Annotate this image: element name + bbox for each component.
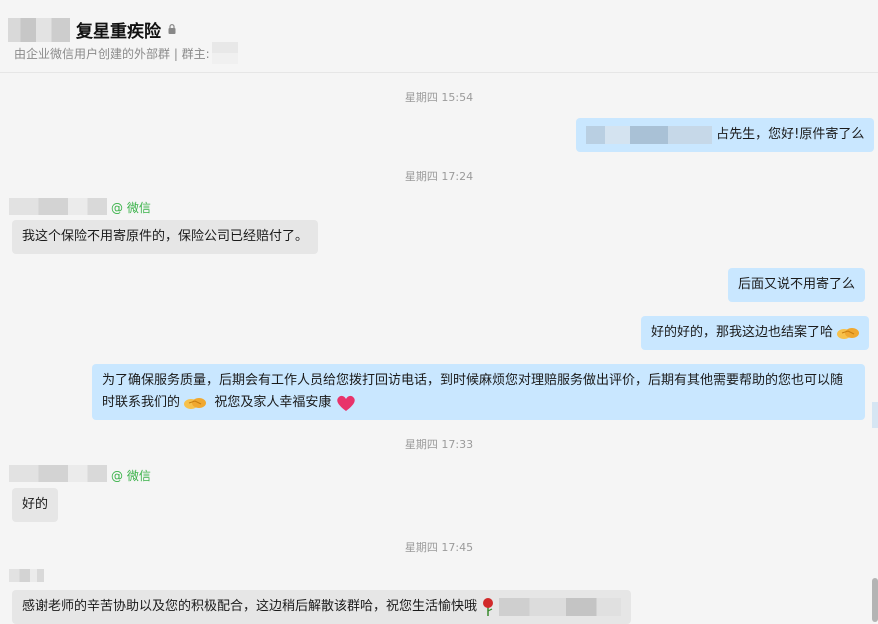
message-text: 为了确保服务质量，后期会有工作人员给您拨打回访电话，到时候麻烦您对理赔服务做出评…: [102, 373, 844, 388]
redacted-name: [586, 125, 712, 144]
message-text: 时联系我们的: [102, 395, 181, 410]
chat-header: 复星重疾险 由企业微信用户创建的外部群 | 群主:: [0, 0, 878, 73]
lock-icon: [168, 24, 176, 34]
timestamp: 星期四 17:45: [404, 541, 474, 554]
timestamp: 星期四 17:24: [404, 170, 474, 183]
redacted-name: [499, 597, 622, 616]
message-text: 好的好的，那我这边也结案了哈: [651, 325, 834, 340]
edge-fragment: [872, 402, 878, 428]
message-text: 感谢老师的辛苦协助以及您的积极配合，这边稍后解散该群哈，祝您生活愉快哦: [22, 599, 478, 614]
sender-name: [9, 198, 107, 215]
message-text: 我这个保险不用寄原件的，保险公司已经赔付了。: [22, 229, 309, 244]
message-text: 好的: [22, 497, 49, 512]
timestamp: 星期四 17:33: [404, 438, 474, 451]
wechat-tag: @ 微信: [111, 201, 151, 215]
message-bubble-incoming[interactable]: 好的: [12, 488, 59, 522]
message-text: 后面又说不用寄了么: [738, 277, 856, 292]
message-text: 祝您及家人幸福安康: [214, 395, 332, 410]
message-text-line-2: 时联系我们的 祝您及家人幸福安康: [102, 392, 855, 414]
group-avatar[interactable]: [8, 18, 70, 42]
message-bubble-outgoing[interactable]: 为了确保服务质量，后期会有工作人员给您拨打回访电话，到时候麻烦您对理赔服务做出评…: [92, 364, 865, 420]
group-subtitle: 由企业微信用户创建的外部群 | 群主:: [14, 47, 210, 61]
message-bubble-incoming[interactable]: 感谢老师的辛苦协助以及您的积极配合，这边稍后解散该群哈，祝您生活愉快哦: [12, 590, 632, 624]
wechat-tag: @ 微信: [111, 469, 151, 483]
handshake-icon: [837, 327, 860, 339]
message-bubble-incoming[interactable]: 我这个保险不用寄原件的，保险公司已经赔付了。: [12, 220, 319, 254]
handshake-icon: [184, 397, 207, 409]
message-bubble-outgoing[interactable]: 好的好的，那我这边也结案了哈: [641, 316, 870, 350]
timestamp: 星期四 15:54: [404, 91, 474, 104]
scrollbar[interactable]: [872, 578, 878, 622]
group-title: 复星重疾险: [76, 22, 161, 42]
message-text: 占先生，您好!原件寄了么: [716, 127, 865, 142]
group-owner-name: [212, 42, 238, 64]
sender-name: [9, 569, 44, 582]
sender-name: [9, 465, 107, 482]
heart-icon: [336, 395, 355, 411]
message-bubble-outgoing[interactable]: 占先生，您好!原件寄了么: [576, 118, 875, 152]
rose-icon: [483, 597, 494, 616]
message-bubble-outgoing[interactable]: 后面又说不用寄了么: [728, 268, 866, 302]
